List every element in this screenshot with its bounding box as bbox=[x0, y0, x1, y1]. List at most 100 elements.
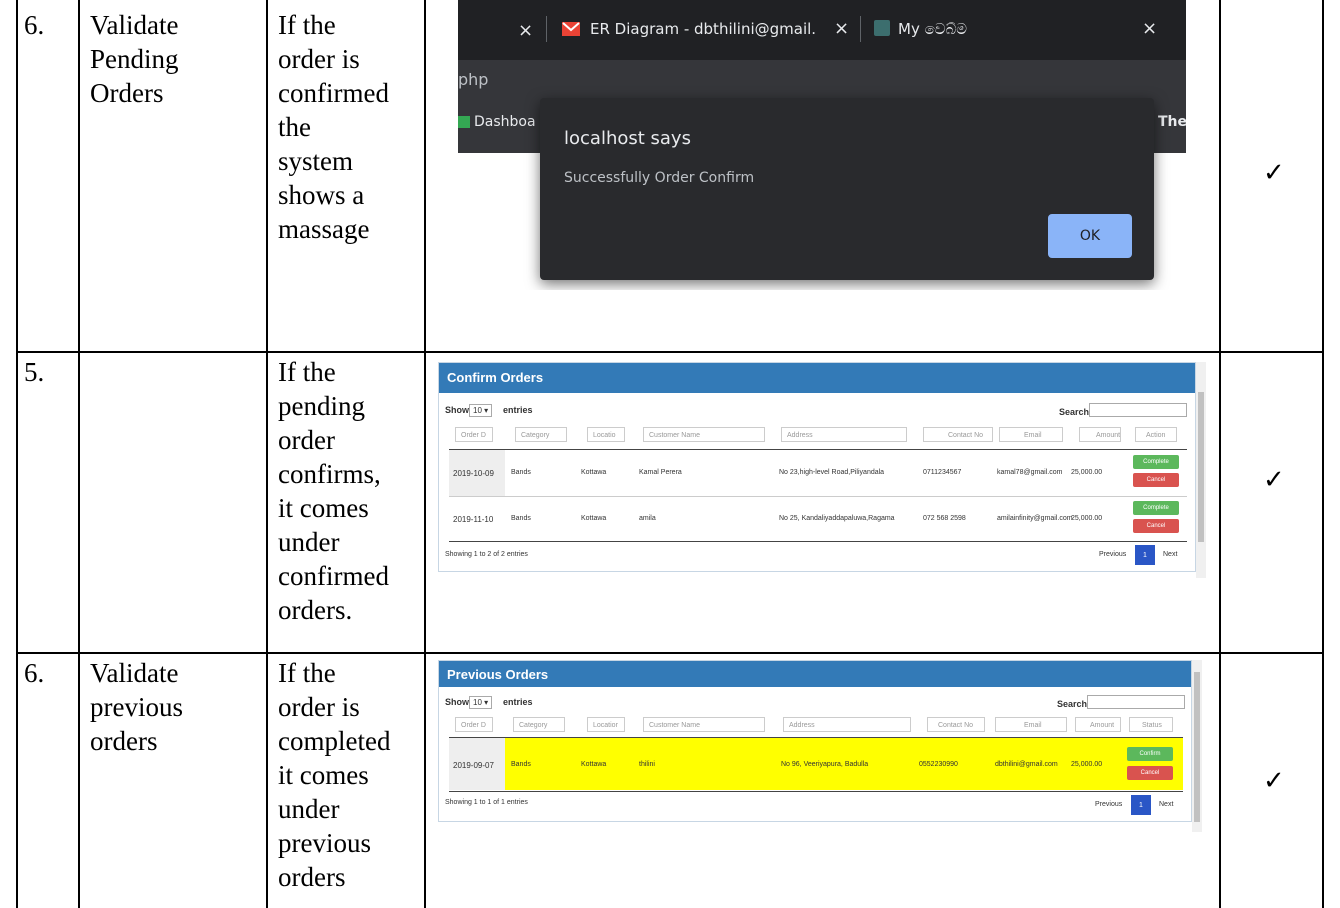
alert-dialog: localhost says Successfully Order Confir… bbox=[540, 98, 1154, 280]
cell-category: Bands bbox=[511, 515, 531, 522]
test-case-description: If the order is confirmed the system sho… bbox=[278, 10, 389, 244]
bookmark-item[interactable]: The : bbox=[1158, 114, 1186, 130]
cell-category: Bands bbox=[511, 469, 531, 476]
table-header-divider bbox=[449, 449, 1187, 450]
search-input[interactable] bbox=[1087, 695, 1185, 709]
panel-header: Previous Orders bbox=[439, 661, 1191, 687]
scrollbar[interactable] bbox=[1196, 362, 1206, 578]
column-header[interactable]: Email bbox=[995, 717, 1067, 732]
page-number-button[interactable]: 1 bbox=[1131, 795, 1151, 815]
scrollbar-thumb[interactable] bbox=[1194, 672, 1200, 822]
site-favicon-icon bbox=[874, 20, 890, 36]
show-label: Show bbox=[445, 697, 469, 707]
page-number-button[interactable]: 1 bbox=[1135, 545, 1155, 565]
column-header[interactable]: Order D bbox=[455, 427, 493, 442]
column-header[interactable]: Email bbox=[999, 427, 1063, 442]
dialog-title: localhost says bbox=[564, 128, 691, 149]
address-bar[interactable]: php bbox=[458, 60, 1186, 100]
column-header[interactable]: Category bbox=[513, 717, 565, 732]
cancel-button[interactable]: Cancel bbox=[1127, 766, 1173, 780]
cell-date: 2019-09-07 bbox=[453, 761, 494, 770]
panel-title: Previous Orders bbox=[447, 667, 549, 682]
cell-customer: thilini bbox=[639, 761, 655, 768]
complete-button[interactable]: Complete bbox=[1133, 455, 1179, 469]
page-size-value: 10 bbox=[473, 698, 482, 707]
column-header[interactable]: Amount bbox=[1075, 717, 1121, 732]
column-header[interactable]: Locatio bbox=[587, 427, 625, 442]
page-size-value: 10 bbox=[473, 406, 482, 415]
column-header[interactable]: Customer Name bbox=[643, 427, 765, 442]
confirm-button[interactable]: Confirm bbox=[1127, 747, 1173, 761]
previous-page-link[interactable]: Previous bbox=[1099, 551, 1126, 558]
bookmark-item[interactable]: Dashboa bbox=[474, 114, 536, 130]
next-page-link[interactable]: Next bbox=[1159, 801, 1173, 808]
cell-address: No 23,high-level Road,Piliyandala bbox=[779, 469, 885, 476]
cell-amount: 25,000.00 bbox=[1071, 761, 1103, 768]
test-case-name: Validate previous orders bbox=[90, 658, 183, 756]
tab-divider bbox=[860, 16, 861, 42]
cancel-button[interactable]: Cancel bbox=[1133, 519, 1179, 533]
url-text: php bbox=[458, 70, 489, 89]
page-size-select[interactable]: 10 ▾ bbox=[469, 696, 493, 709]
table-footer-divider bbox=[449, 541, 1187, 542]
table-row-divider bbox=[16, 351, 1324, 353]
search-label: Search: bbox=[1059, 407, 1093, 417]
page-size-select[interactable]: 10 ▾ bbox=[469, 404, 493, 417]
next-page-link[interactable]: Next bbox=[1163, 551, 1177, 558]
cell-date: 2019-11-10 bbox=[453, 515, 494, 524]
cancel-button[interactable]: Cancel bbox=[1133, 473, 1179, 487]
cell-customer: Kamal Perera bbox=[639, 469, 682, 476]
column-header[interactable]: Address bbox=[781, 427, 907, 442]
column-header[interactable]: Address bbox=[783, 717, 911, 732]
ok-button[interactable]: OK bbox=[1048, 214, 1132, 258]
cell-category: Bands bbox=[511, 761, 531, 768]
previous-page-link[interactable]: Previous bbox=[1095, 801, 1122, 808]
column-header[interactable]: Contact No bbox=[923, 427, 993, 442]
complete-button[interactable]: Complete bbox=[1133, 501, 1179, 515]
tab-close-icon[interactable]: × bbox=[834, 18, 849, 39]
scrollbar-thumb[interactable] bbox=[1198, 392, 1204, 542]
cell-email: amilainfinity@gmail.com bbox=[997, 515, 1073, 522]
table-column-divider bbox=[78, 0, 80, 908]
entries-label: entries bbox=[503, 405, 533, 415]
table-border-right bbox=[1322, 0, 1324, 908]
row-number: 5. bbox=[24, 357, 45, 387]
column-header[interactable]: Locatior bbox=[587, 717, 625, 732]
show-label: Show bbox=[445, 405, 469, 415]
tab-close-icon[interactable]: × bbox=[518, 20, 533, 41]
confirm-orders-panel: Confirm Orders Show 10 ▾ entries Search:… bbox=[438, 362, 1196, 572]
cell-address: No 25, Kandaliyaddapaluwa,Ragama bbox=[779, 515, 895, 522]
column-header[interactable]: Action bbox=[1135, 427, 1177, 442]
test-case-description: If the pending order confirms, it comes … bbox=[278, 357, 389, 625]
table-column-divider bbox=[424, 0, 426, 908]
column-header[interactable]: Amount bbox=[1079, 427, 1121, 442]
column-header[interactable]: Status bbox=[1129, 717, 1173, 732]
search-label: Search: bbox=[1057, 699, 1091, 709]
entries-label: entries bbox=[503, 697, 533, 707]
cell-email: dbthilini@gmail.com bbox=[995, 761, 1058, 768]
search-input[interactable] bbox=[1089, 403, 1187, 417]
table-border-left bbox=[16, 0, 18, 908]
cell-address: No 96, Veeriyapura, Badulla bbox=[781, 761, 869, 768]
tab-title[interactable]: My වෙබ්ම bbox=[898, 20, 967, 38]
column-header[interactable]: Customer Name bbox=[643, 717, 765, 732]
tab-close-icon[interactable]: × bbox=[1142, 18, 1157, 39]
column-header[interactable]: Contact No bbox=[927, 717, 985, 732]
column-header[interactable]: Category bbox=[515, 427, 567, 442]
panel-title: Confirm Orders bbox=[447, 370, 544, 385]
table-row-divider bbox=[16, 652, 1324, 654]
scrollbar[interactable] bbox=[1192, 660, 1202, 832]
tab-title[interactable]: ER Diagram - dbthilini@gmail. bbox=[590, 20, 816, 38]
cell-contact: 0552230990 bbox=[919, 761, 958, 768]
dialog-message: Successfully Order Confirm bbox=[564, 170, 755, 186]
cell-email: kamal78@gmail.com bbox=[997, 469, 1063, 476]
cell-location: Kottawa bbox=[581, 761, 607, 768]
browser-alert-screenshot: × ER Diagram - dbthilini@gmail. × My වෙබ… bbox=[458, 0, 1186, 290]
check-mark-icon: ✓ bbox=[1263, 766, 1285, 796]
cell-date: 2019-10-09 bbox=[453, 469, 494, 478]
column-header[interactable]: Order D bbox=[455, 717, 493, 732]
previous-orders-panel: Previous Orders Show 10 ▾ entries Search… bbox=[438, 660, 1192, 822]
cell-contact: 072 568 2598 bbox=[923, 515, 966, 522]
check-mark-icon: ✓ bbox=[1263, 158, 1285, 188]
row-divider bbox=[449, 496, 1187, 497]
